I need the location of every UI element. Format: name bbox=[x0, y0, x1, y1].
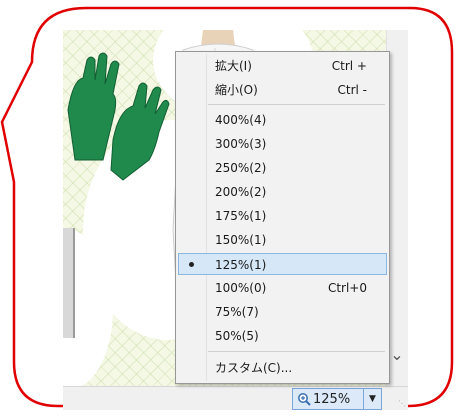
menu-item-zoom-200[interactable]: 200%(2) bbox=[178, 181, 387, 203]
menu-separator bbox=[208, 351, 385, 352]
resize-grip-icon[interactable]: ⋱ bbox=[398, 399, 406, 408]
zoom-value: 125% bbox=[313, 392, 351, 407]
menu-item-custom[interactable]: カスタム(C)... bbox=[178, 357, 387, 379]
menu-item-zoom-300[interactable]: 300%(3) bbox=[178, 133, 387, 155]
menu-separator bbox=[208, 104, 385, 105]
green-gloves-image bbox=[67, 52, 170, 181]
menu-item-zoom-150[interactable]: 150%(1) bbox=[178, 229, 387, 251]
menu-item-zoom-250[interactable]: 250%(2) bbox=[178, 157, 387, 179]
menu-item-zoom-175[interactable]: 175%(1) bbox=[178, 205, 387, 227]
triangle-down-icon[interactable]: ▼ bbox=[363, 389, 381, 409]
status-bar: 125% ▼ ⋱ bbox=[63, 386, 408, 410]
menu-item-zoom-125[interactable]: 125%(1) bbox=[178, 253, 387, 275]
menu-item-zoom-50[interactable]: 50%(5) bbox=[178, 325, 387, 347]
menu-item-zoom-out[interactable]: 縮小(O) Ctrl - bbox=[178, 79, 387, 101]
menu-item-zoom-75[interactable]: 75%(7) bbox=[178, 301, 387, 323]
menu-item-zoom-100[interactable]: 100%(0) Ctrl+0 bbox=[178, 277, 387, 299]
machine-image bbox=[63, 228, 75, 338]
menu-item-zoom-400[interactable]: 400%(4) bbox=[178, 109, 387, 131]
magnifier-icon bbox=[298, 393, 311, 406]
selected-bullet-icon bbox=[189, 262, 194, 267]
zoom-button[interactable]: 125% ▼ bbox=[292, 388, 382, 410]
zoom-menu: 拡大(I) Ctrl + 縮小(O) Ctrl - 400%(4) 300%(3… bbox=[175, 51, 390, 384]
menu-item-zoom-in[interactable]: 拡大(I) Ctrl + bbox=[178, 55, 387, 77]
